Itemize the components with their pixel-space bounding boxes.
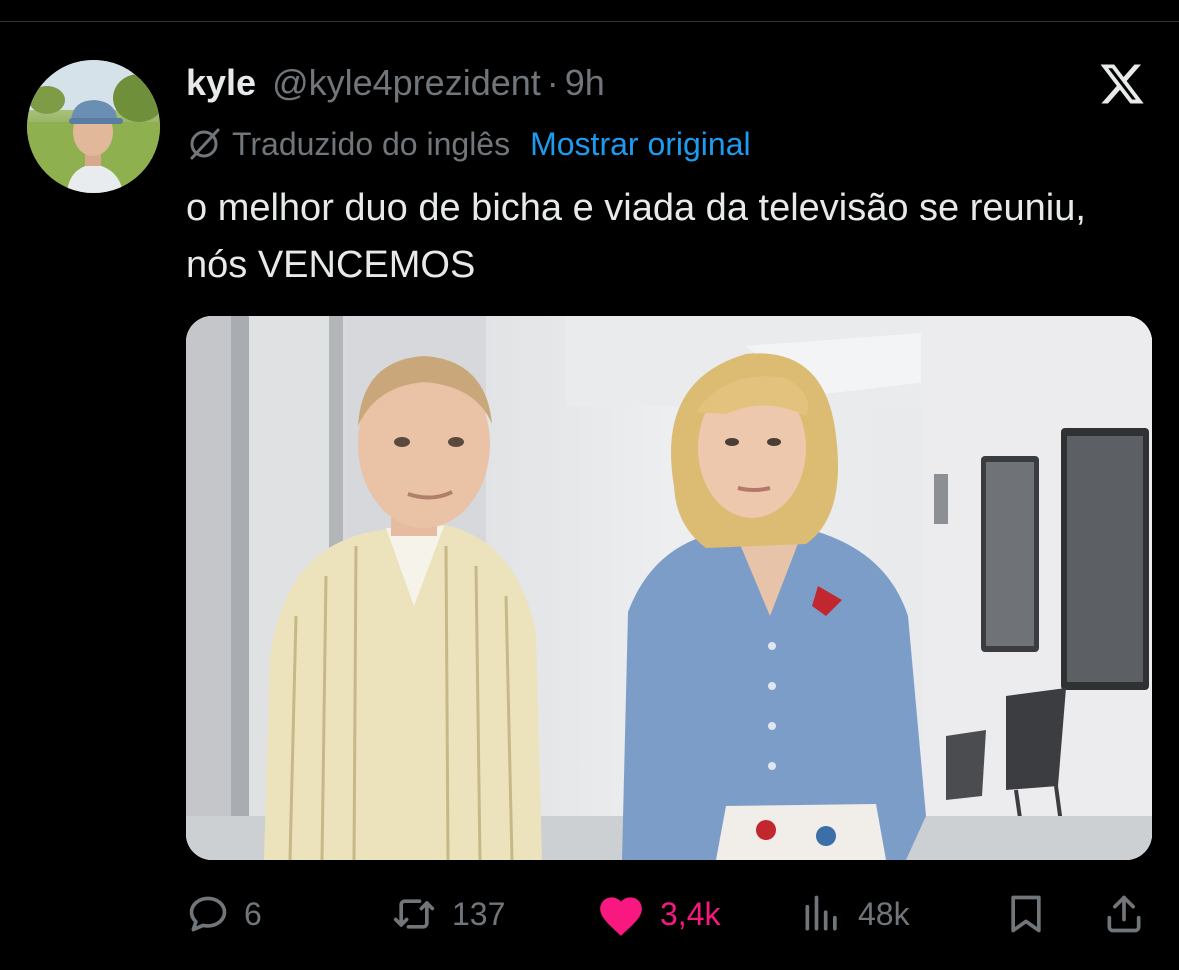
tweet-image[interactable]	[186, 316, 1152, 860]
translation-row: Traduzido do inglês Mostrar original	[186, 122, 751, 166]
timestamp[interactable]: 9h	[565, 62, 605, 104]
share-button[interactable]	[1102, 882, 1160, 946]
action-bar: 6 137 3,4k 48k	[186, 882, 1152, 946]
reply-count: 6	[244, 895, 262, 932]
bookmark-button[interactable]	[1004, 882, 1062, 946]
globe-slash-icon	[190, 128, 220, 160]
share-icon	[1107, 895, 1141, 933]
views-icon	[805, 895, 837, 931]
reply-button[interactable]: 6	[186, 882, 262, 946]
show-original-link[interactable]: Mostrar original	[530, 126, 751, 163]
avatar[interactable]	[27, 60, 160, 193]
tweet-text: o melhor duo de bicha e viada da televis…	[186, 187, 1086, 286]
views-button[interactable]: 48k	[800, 882, 910, 946]
translation-label: Traduzido do inglês	[232, 125, 511, 162]
repost-button[interactable]: 137	[390, 882, 505, 946]
separator-dot: ·	[546, 62, 559, 103]
like-count: 3,4k	[660, 895, 721, 932]
author-name[interactable]: kyle	[186, 62, 256, 104]
heart-icon	[600, 897, 642, 936]
top-divider	[0, 21, 1179, 22]
x-logo-icon[interactable]	[1098, 60, 1146, 108]
author-handle[interactable]: @kyle4prezident	[272, 62, 541, 104]
reply-icon	[189, 896, 227, 932]
like-button[interactable]: 3,4k	[596, 882, 720, 946]
bookmark-icon	[1011, 895, 1041, 933]
repost-icon	[393, 899, 435, 929]
tweet-header: kyle @kyle4prezident · 9h	[186, 58, 605, 108]
views-count: 48k	[858, 895, 910, 932]
repost-count: 137	[452, 895, 506, 932]
